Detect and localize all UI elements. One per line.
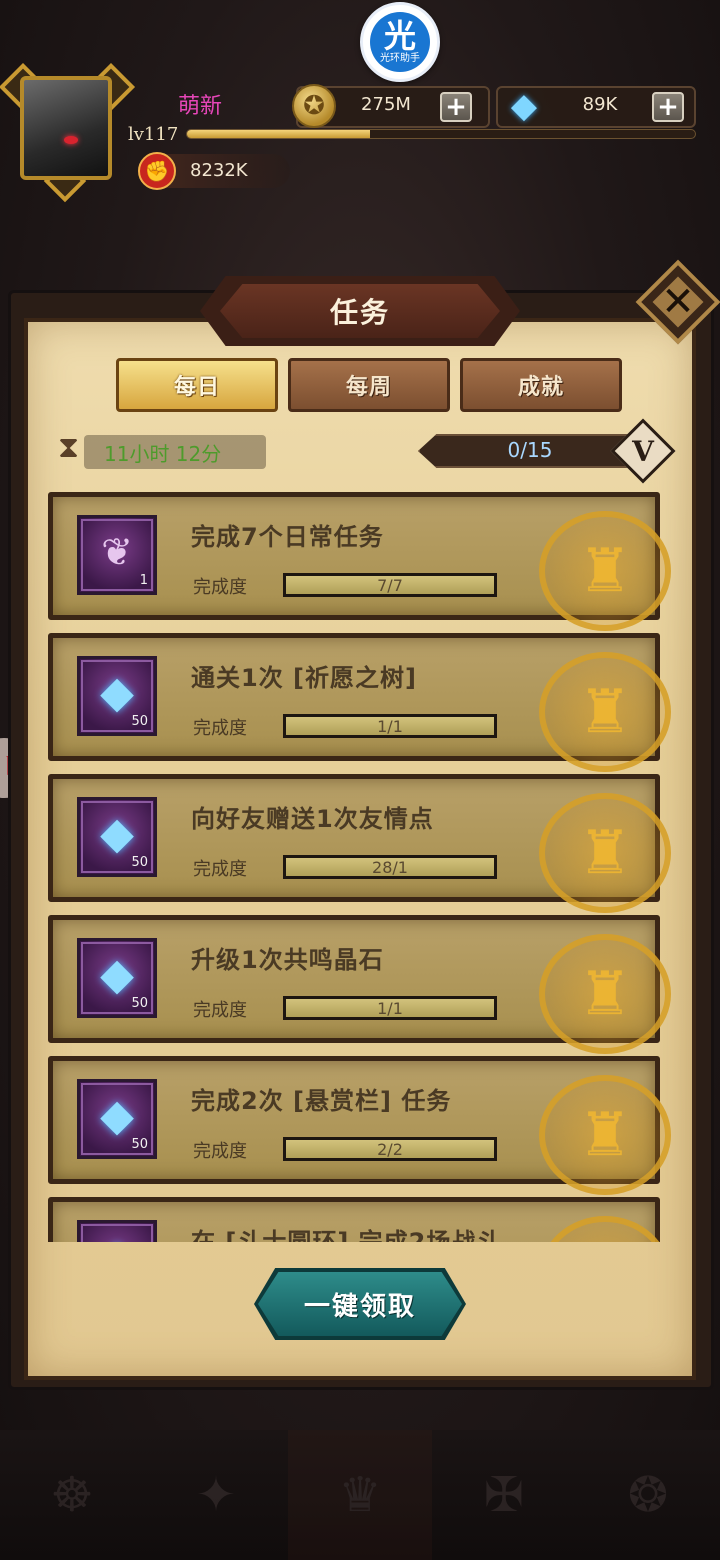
task-card: ◆ 50 完成2次 [悬赏栏] 任务 完成度 2/2 xyxy=(48,1056,671,1195)
diamond-icon: ◆ xyxy=(100,808,134,859)
nav-item-2-icon[interactable]: ✦ xyxy=(144,1430,288,1560)
task-list[interactable]: ❦ 1 完成7个日常任务 完成度 7/7 ◆ 50 通关1次 [祈愿之树] 完成… xyxy=(40,486,676,1242)
task-progress-text: 1/1 xyxy=(377,716,403,736)
reward-quantity: 50 xyxy=(131,714,148,729)
reward-item[interactable]: ◆ xyxy=(77,1220,157,1242)
player-avatar[interactable] xyxy=(0,62,136,208)
fist-icon: ✊ xyxy=(138,152,176,190)
assistant-glyph: 光 xyxy=(383,17,416,55)
task-progress-bar: 1/1 xyxy=(283,714,497,738)
avatar-portrait xyxy=(20,76,112,180)
progress-label: 完成度 xyxy=(193,718,247,739)
task-title: 在 [斗士圆环] 完成2场战斗 xyxy=(191,1228,502,1242)
claim-all-button[interactable]: 一键领取 xyxy=(258,1272,462,1336)
reward-item[interactable]: ◆ 50 xyxy=(77,938,157,1018)
completed-seal-icon xyxy=(539,1216,671,1242)
task-title: 通关1次 [祈愿之树] xyxy=(191,664,417,692)
nav-item-3-icon[interactable]: ♛ xyxy=(288,1430,432,1560)
task-title: 完成2次 [悬赏栏] 任务 xyxy=(191,1087,452,1115)
reward-quantity: 50 xyxy=(131,996,148,1011)
add-gold-button[interactable]: + xyxy=(440,92,472,122)
assistant-logo: 光 光环助手 xyxy=(370,12,430,72)
assistant-label: 光环助手 xyxy=(380,53,420,64)
reward-item[interactable]: ◆ 50 xyxy=(77,656,157,736)
diamond-icon: ◆ xyxy=(80,1229,154,1242)
player-level: lv117 xyxy=(128,124,179,145)
task-card: ◆ 在 [斗士圆环] 完成2场战斗 xyxy=(48,1197,671,1242)
task-title: 完成7个日常任务 xyxy=(191,523,384,551)
scroll-icon: ❦ xyxy=(101,530,133,574)
v-badge-label: V xyxy=(632,434,654,468)
task-progress-bar: 2/2 xyxy=(283,1137,497,1161)
reset-timer: 11小时 12分 xyxy=(104,442,222,466)
completed-seal-icon xyxy=(539,793,671,913)
progress-label: 完成度 xyxy=(193,577,247,598)
progress-label: 完成度 xyxy=(193,1141,247,1162)
tab-achievements[interactable]: 成就 xyxy=(460,358,622,412)
task-progress-bar: 1/1 xyxy=(283,996,497,1020)
reward-item[interactable]: ◆ 50 xyxy=(77,1079,157,1159)
task-card: ❦ 1 完成7个日常任务 完成度 7/7 xyxy=(48,492,671,631)
combat-power: 8232K xyxy=(190,160,248,181)
level-progress-bar xyxy=(186,129,696,139)
dialog-title: 任务 xyxy=(220,284,500,338)
add-diamond-button[interactable]: + xyxy=(652,92,684,122)
task-progress-text: 2/2 xyxy=(377,1139,403,1159)
progress-label: 完成度 xyxy=(193,1000,247,1021)
completed-seal-icon xyxy=(539,1075,671,1195)
reward-item[interactable]: ◆ 50 xyxy=(77,797,157,877)
progress-label: 完成度 xyxy=(193,859,247,880)
completed-seal-icon xyxy=(539,934,671,1054)
reward-quantity: 1 xyxy=(139,573,148,588)
nav-item-5-icon[interactable]: ❂ xyxy=(576,1430,720,1560)
assistant-badge[interactable]: 光 光环助手 xyxy=(360,2,440,82)
tab-weekly[interactable]: 每周 xyxy=(288,358,450,412)
diamond-amount: 89K xyxy=(582,94,618,115)
hourglass-icon: ⧗ xyxy=(58,430,80,465)
task-progress-bar: 28/1 xyxy=(283,855,497,879)
reward-quantity: 50 xyxy=(131,1137,148,1152)
task-progress-text: 1/1 xyxy=(377,998,403,1018)
completed-seal-icon xyxy=(539,511,671,631)
task-progress-bar: 7/7 xyxy=(283,573,497,597)
tab-daily[interactable]: 每日 xyxy=(116,358,278,412)
reward-quantity: 50 xyxy=(131,855,148,870)
activity-progress: 0/15 xyxy=(507,438,553,462)
diamond-icon: ◆ xyxy=(100,667,134,718)
level-progress-fill xyxy=(187,130,370,138)
task-progress-text: 7/7 xyxy=(377,575,403,595)
player-name: 萌新 xyxy=(177,94,222,119)
diamond-icon: ◆ xyxy=(100,1090,134,1141)
nav-item-1-icon[interactable]: ☸ xyxy=(0,1430,144,1560)
reward-item[interactable]: ❦ 1 xyxy=(77,515,157,595)
close-icon: ✕ xyxy=(661,279,695,325)
task-progress-text: 28/1 xyxy=(372,857,408,877)
completed-seal-icon xyxy=(539,652,671,772)
diamond-icon: ◆ xyxy=(100,949,134,1000)
gold-amount: 275M xyxy=(361,94,411,115)
nav-item-4-icon[interactable]: ✠ xyxy=(432,1430,576,1560)
task-title: 升级1次共鸣晶石 xyxy=(191,946,384,974)
task-card: ◆ 50 升级1次共鸣晶石 完成度 1/1 xyxy=(48,915,671,1054)
bottom-nav: ☸ ✦ ♛ ✠ ❂ xyxy=(0,1430,720,1560)
task-card: ◆ 50 通关1次 [祈愿之树] 完成度 1/1 xyxy=(48,633,671,772)
task-title: 向好友赠送1次友情点 xyxy=(191,805,434,833)
task-card: ◆ 50 向好友赠送1次友情点 完成度 28/1 xyxy=(48,774,671,913)
